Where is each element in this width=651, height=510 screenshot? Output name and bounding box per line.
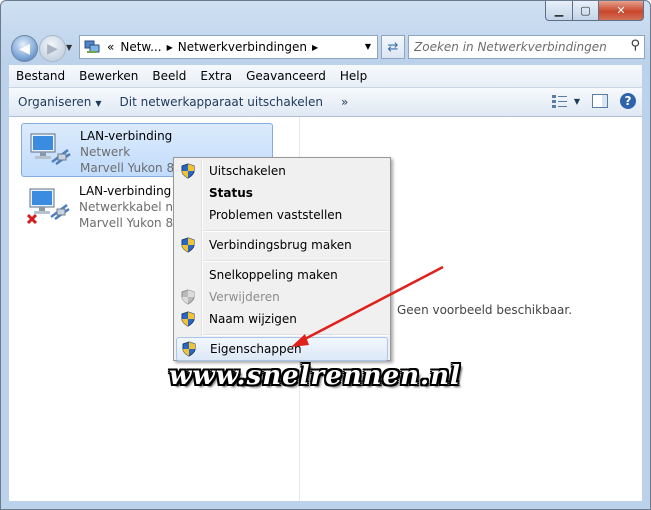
menu-item-status[interactable]: Status: [176, 182, 388, 204]
organize-label: Organiseren: [18, 95, 92, 109]
command-bar: Organiseren ▼ Dit netwerkapparaat uitscha…: [9, 88, 642, 117]
menu-item-disable[interactable]: Uitschakelen: [176, 160, 388, 182]
menu-item-rename[interactable]: Naam wijzigen: [176, 308, 388, 330]
search-icon[interactable]: ⚲: [630, 38, 640, 53]
uac-shield-icon: [182, 341, 196, 360]
menu-bar: Bestand Bewerken Beeld Extra Geavanceerd…: [9, 65, 642, 88]
disable-device-button[interactable]: Dit netwerkapparaat uitschakelen: [111, 95, 332, 109]
close-button[interactable]: ✕: [599, 1, 644, 21]
uac-shield-icon: [181, 237, 195, 256]
menu-divider: [204, 230, 388, 232]
address-bar[interactable]: « Netw... ▶ Netwerkverbindingen ▶ ▼: [79, 35, 378, 59]
address-prefix[interactable]: «: [104, 40, 117, 54]
breadcrumb-connections[interactable]: Netwerkverbindingen: [175, 40, 310, 54]
menu-item-label: Naam wijzigen: [209, 312, 297, 326]
address-dropdown-icon[interactable]: ▼: [365, 42, 371, 51]
minimize-button[interactable]: ▁: [545, 1, 573, 21]
explorer-window: ▁ ▢ ✕ ◀ ▶ ▼ « Netw... ▶ Netwerkverbindin…: [0, 0, 651, 510]
connection-text: LAN-verbinding Netwerk Marvell Yukon 88E: [80, 128, 180, 176]
connection-name: LAN-verbinding 2: [79, 184, 179, 198]
help-icon[interactable]: ?: [618, 91, 638, 111]
menu-item-label: Uitschakelen: [209, 164, 286, 178]
organize-button[interactable]: Organiseren ▼: [9, 95, 111, 109]
breadcrumb-separator-icon[interactable]: ▶: [310, 43, 320, 52]
uac-shield-icon: [181, 311, 195, 330]
menu-item-label: Status: [209, 186, 253, 200]
navigation-bar: ◀ ▶ ▼ « Netw... ▶ Netwerkverbindingen ▶ …: [9, 32, 645, 62]
menu-geavanceerd[interactable]: Geavanceerd: [239, 69, 333, 83]
menu-help[interactable]: Help: [333, 69, 374, 83]
menu-item-label: Verbindingsbrug maken: [209, 238, 352, 252]
preview-pane-icon[interactable]: [590, 91, 610, 111]
change-view-icon[interactable]: [550, 91, 570, 111]
menu-divider: [204, 334, 388, 336]
search-box[interactable]: ⚲: [408, 35, 645, 59]
menu-divider: [204, 260, 388, 262]
uac-shield-icon: [181, 289, 195, 308]
watermark: www.snelrennen.nl: [169, 361, 461, 391]
menu-item-bridge[interactable]: Verbindingsbrug maken: [176, 234, 388, 256]
network-connection-icon: [26, 185, 71, 225]
connection-status: Netwerk: [80, 145, 131, 159]
menu-item-shortcut[interactable]: Snelkoppeling maken: [176, 264, 388, 286]
menu-item-diagnose[interactable]: Problemen vaststellen: [176, 204, 388, 226]
more-commands-button[interactable]: »: [332, 95, 357, 109]
preview-message: Geen voorbeeld beschikbaar.: [397, 303, 573, 317]
context-menu: Uitschakelen Status Problemen vaststelle…: [173, 157, 391, 361]
connection-adapter: Marvell Yukon 88E: [80, 161, 180, 175]
menu-extra[interactable]: Extra: [193, 69, 239, 83]
network-connection-icon: [28, 130, 72, 170]
connection-name: LAN-verbinding: [80, 129, 173, 143]
connection-text: LAN-verbinding 2 Netwerkkabel niet Marve…: [79, 183, 179, 231]
forward-button[interactable]: ▶: [39, 35, 66, 62]
refresh-button[interactable]: ⇄: [381, 35, 405, 59]
window-controls: ▁ ▢ ✕: [545, 1, 644, 21]
back-button[interactable]: ◀: [11, 35, 38, 62]
menu-item-label: Verwijderen: [209, 290, 280, 304]
menu-beeld[interactable]: Beeld: [145, 69, 193, 83]
menu-bestand[interactable]: Bestand: [9, 69, 72, 83]
forward-arrow-icon: ▶: [47, 40, 58, 57]
menu-item-label: Problemen vaststellen: [209, 208, 343, 222]
refresh-icon: ⇄: [387, 39, 399, 55]
menu-bewerken[interactable]: Bewerken: [72, 69, 145, 83]
svg-text:?: ?: [625, 94, 632, 108]
menu-item-label: Snelkoppeling maken: [209, 268, 338, 282]
breadcrumb-separator-icon[interactable]: ▶: [165, 43, 175, 52]
chevron-down-icon: ▼: [95, 99, 102, 108]
connection-status: Netwerkkabel niet: [79, 200, 179, 214]
menu-item-label: Eigenschappen: [210, 342, 302, 356]
breadcrumb-network[interactable]: Netw...: [117, 40, 164, 54]
menu-item-properties[interactable]: Eigenschappen: [176, 337, 388, 361]
search-input[interactable]: [409, 39, 626, 55]
menu-item-delete: Verwijderen: [176, 286, 388, 308]
back-arrow-icon: ◀: [19, 40, 30, 57]
connection-adapter: Marvell Yukon 88E: [79, 216, 179, 230]
view-options-dropdown-icon[interactable]: ▼: [572, 91, 582, 111]
maximize-button[interactable]: ▢: [573, 1, 599, 21]
view-controls: ▼ ?: [542, 91, 638, 111]
uac-shield-icon: [181, 163, 195, 182]
recent-pages-dropdown[interactable]: ▼: [66, 43, 72, 52]
network-folder-icon: [84, 40, 100, 54]
